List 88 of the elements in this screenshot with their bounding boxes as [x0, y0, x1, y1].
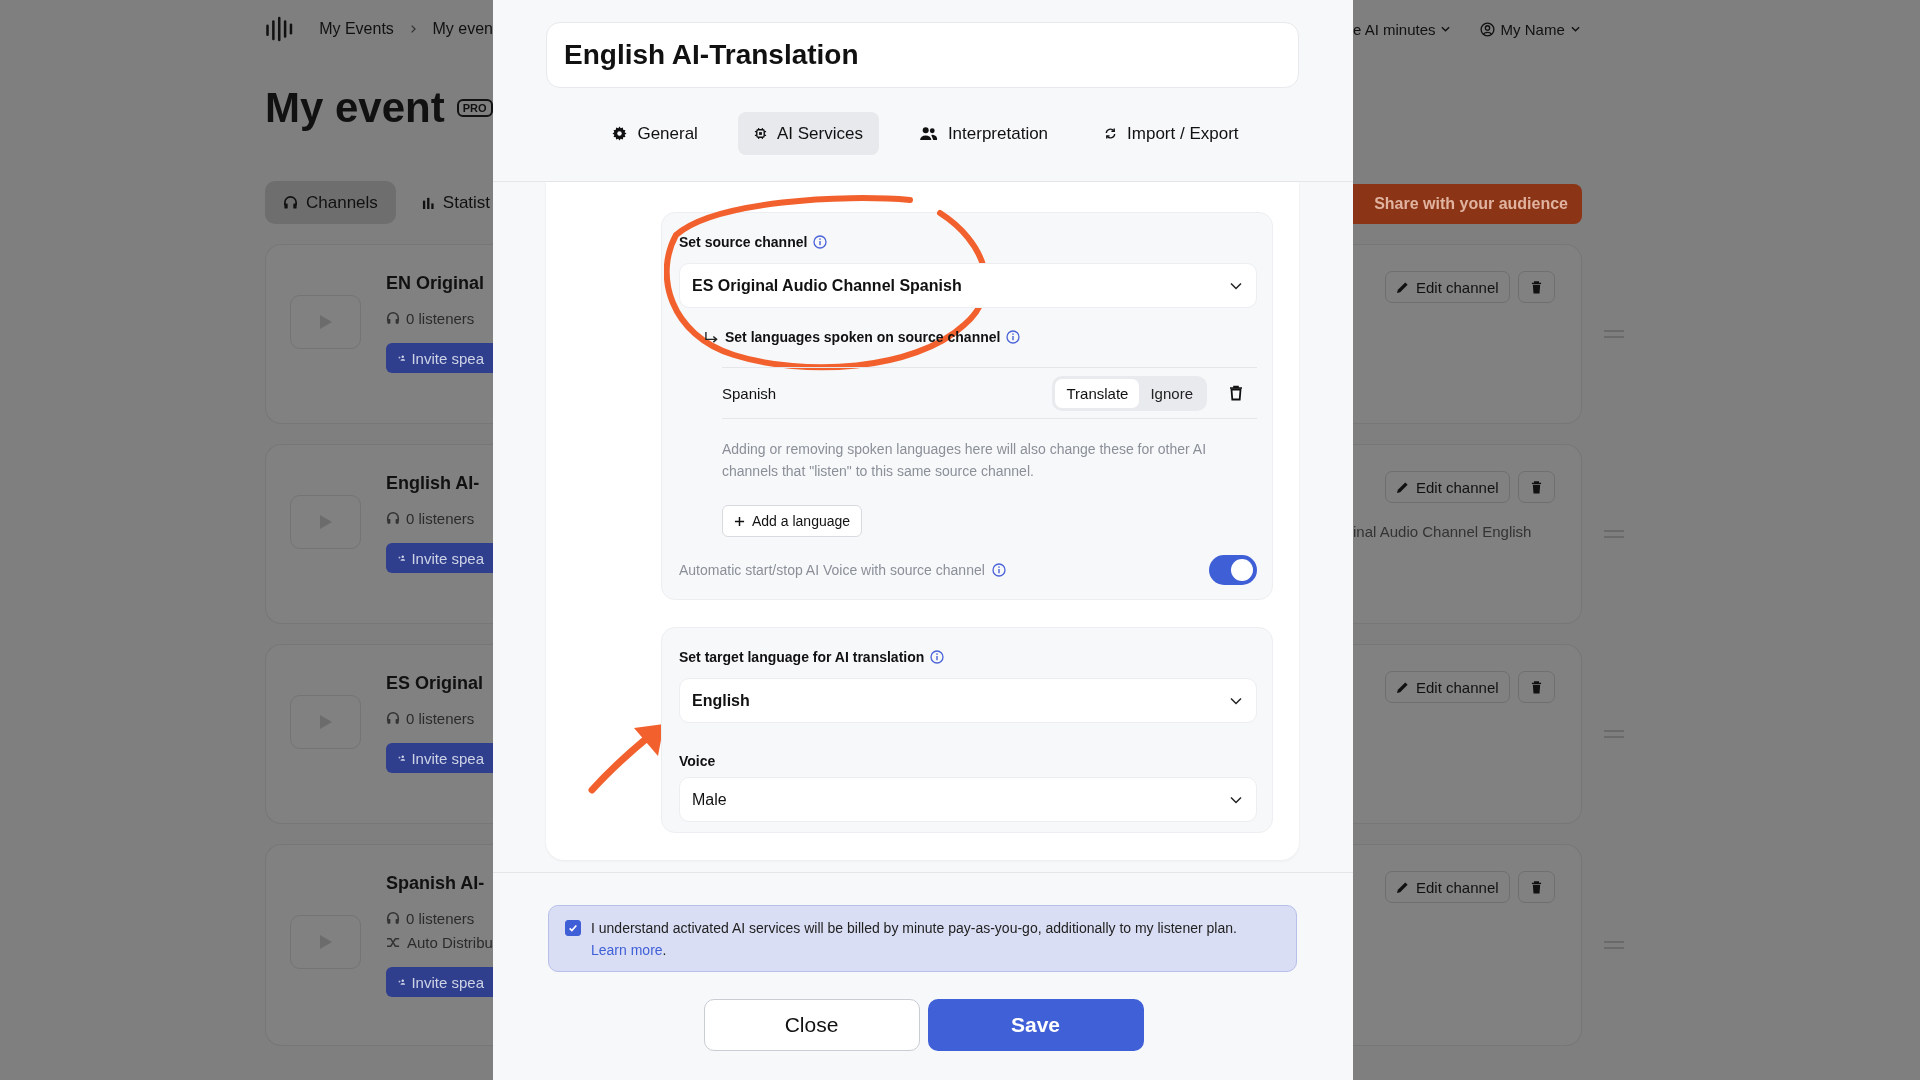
field-label: Set source channel [679, 234, 808, 250]
segment-option[interactable]: Ignore [1139, 378, 1204, 408]
settings-tab[interactable]: General [596, 112, 714, 155]
delete-button[interactable] [1517, 271, 1555, 303]
corner-arrow-icon [704, 330, 719, 344]
edit-channel-button[interactable]: Edit channel [1385, 271, 1510, 303]
help-text: Adding or removing spoken languages here will also change these for other AI channels that "listen" to this same source channel. [722, 440, 1208, 481]
field-label: Voice [679, 753, 716, 769]
settings-icon [612, 126, 628, 141]
chevron-down-icon [1230, 281, 1242, 290]
field-label: Set target language for AI translation [679, 649, 925, 665]
listener-count: 0 listeners [406, 509, 475, 527]
user-icon [1479, 21, 1495, 37]
source-channel-dropdown[interactable]: ES Original Audio Channel Spanish [679, 263, 1257, 308]
pencil-icon [1396, 880, 1409, 894]
channel-name: English AI- [386, 473, 481, 495]
chevron-down-icon [1230, 795, 1242, 804]
language-name: Spanish [722, 384, 778, 402]
check-icon [568, 923, 578, 933]
chevron-down-icon [1230, 696, 1242, 705]
info-icon[interactable] [813, 235, 828, 249]
add-language-button[interactable]: Add a language [722, 505, 863, 537]
pencil-icon [1396, 480, 1409, 494]
delete-button[interactable] [1517, 471, 1555, 503]
delete-button[interactable] [1517, 871, 1555, 903]
headphones-icon [386, 911, 400, 925]
trash-icon[interactable] [1229, 385, 1243, 401]
channel-name: Spanish AI- [386, 873, 486, 895]
setting-label: Automatic start/stop AI Voice with source channel [679, 562, 985, 578]
invite-button[interactable]: Invite spea [386, 543, 493, 573]
headphones-icon [386, 511, 400, 525]
delete-button[interactable] [1517, 671, 1555, 703]
voice-dropdown[interactable]: Male [679, 777, 1257, 822]
listener-count: 0 listeners [406, 909, 475, 927]
chevron-right-icon [409, 23, 417, 35]
consent-text: I understand activated AI services will be billed by minute pay-as-you-go, additionally to my listener plan. Learn more. [591, 919, 1238, 960]
channel-name: ES Original [386, 673, 485, 695]
info-icon[interactable] [930, 650, 945, 664]
channel-name-field[interactable]: English AI-Translation [546, 22, 1299, 88]
edit-channel-button[interactable]: Edit channel [1385, 871, 1510, 903]
channel-name: EN Original [386, 273, 485, 295]
page-tab[interactable]: Channels [265, 181, 396, 224]
user-menu[interactable]: My Name [1479, 20, 1580, 38]
pencil-icon [1396, 680, 1409, 694]
learn-more-link[interactable]: Learn more [591, 942, 663, 958]
pencil-icon [1396, 280, 1409, 294]
trash-icon [1530, 680, 1542, 694]
listener-count: 0 listeners [406, 709, 475, 727]
info-icon[interactable] [1006, 330, 1021, 344]
caret-icon [1440, 26, 1450, 32]
bar-chart-icon [421, 196, 435, 209]
settings-tab[interactable]: Interpretation [902, 112, 1065, 155]
share-button[interactable]: Share with your audience [1353, 184, 1582, 224]
invite-button[interactable]: Invite spea [386, 343, 493, 373]
breadcrumb-link[interactable]: My Events [319, 20, 394, 38]
edit-channel-button[interactable]: Edit channel [1385, 471, 1510, 503]
invite-button[interactable]: Invite spea [386, 967, 493, 997]
ai-minutes-menu[interactable]: e AI minutes [1353, 20, 1450, 38]
caret-icon [1570, 26, 1580, 32]
headphones-icon [386, 711, 400, 725]
trash-icon [1530, 280, 1542, 294]
trash-icon [1530, 480, 1542, 494]
page-title: My event [265, 84, 445, 132]
headphones-icon [283, 195, 298, 210]
distribution-label: Auto Distribu [407, 933, 493, 951]
breadcrumb-link[interactable]: My even [432, 20, 493, 38]
source-channel-note: inal Audio Channel English [1353, 523, 1533, 540]
segment-option[interactable]: Translate [1055, 378, 1140, 408]
chip-icon [753, 127, 767, 140]
headphones-icon [386, 311, 400, 325]
save-button[interactable]: Save [927, 999, 1144, 1051]
trash-icon [1530, 880, 1542, 894]
people-icon [918, 126, 938, 141]
settings-tab[interactable]: AI Services [737, 112, 879, 155]
target-language-dropdown[interactable]: English [679, 678, 1257, 723]
edit-channel-button[interactable]: Edit channel [1385, 671, 1510, 703]
listener-count: 0 listeners [406, 309, 475, 327]
plus-icon [734, 515, 745, 527]
field-label: Set languages spoken on source channel [725, 329, 1001, 345]
page-tab[interactable]: Statist [403, 181, 493, 224]
invite-button[interactable]: Invite spea [386, 743, 493, 773]
checkbox[interactable] [565, 920, 581, 936]
settings-tab[interactable]: Import / Export [1088, 112, 1255, 155]
info-icon[interactable] [991, 563, 1006, 577]
shuffle-icon [386, 935, 401, 949]
toggle-switch[interactable] [1209, 555, 1257, 585]
sync-icon [1104, 127, 1118, 140]
close-button[interactable]: Close [703, 999, 920, 1051]
